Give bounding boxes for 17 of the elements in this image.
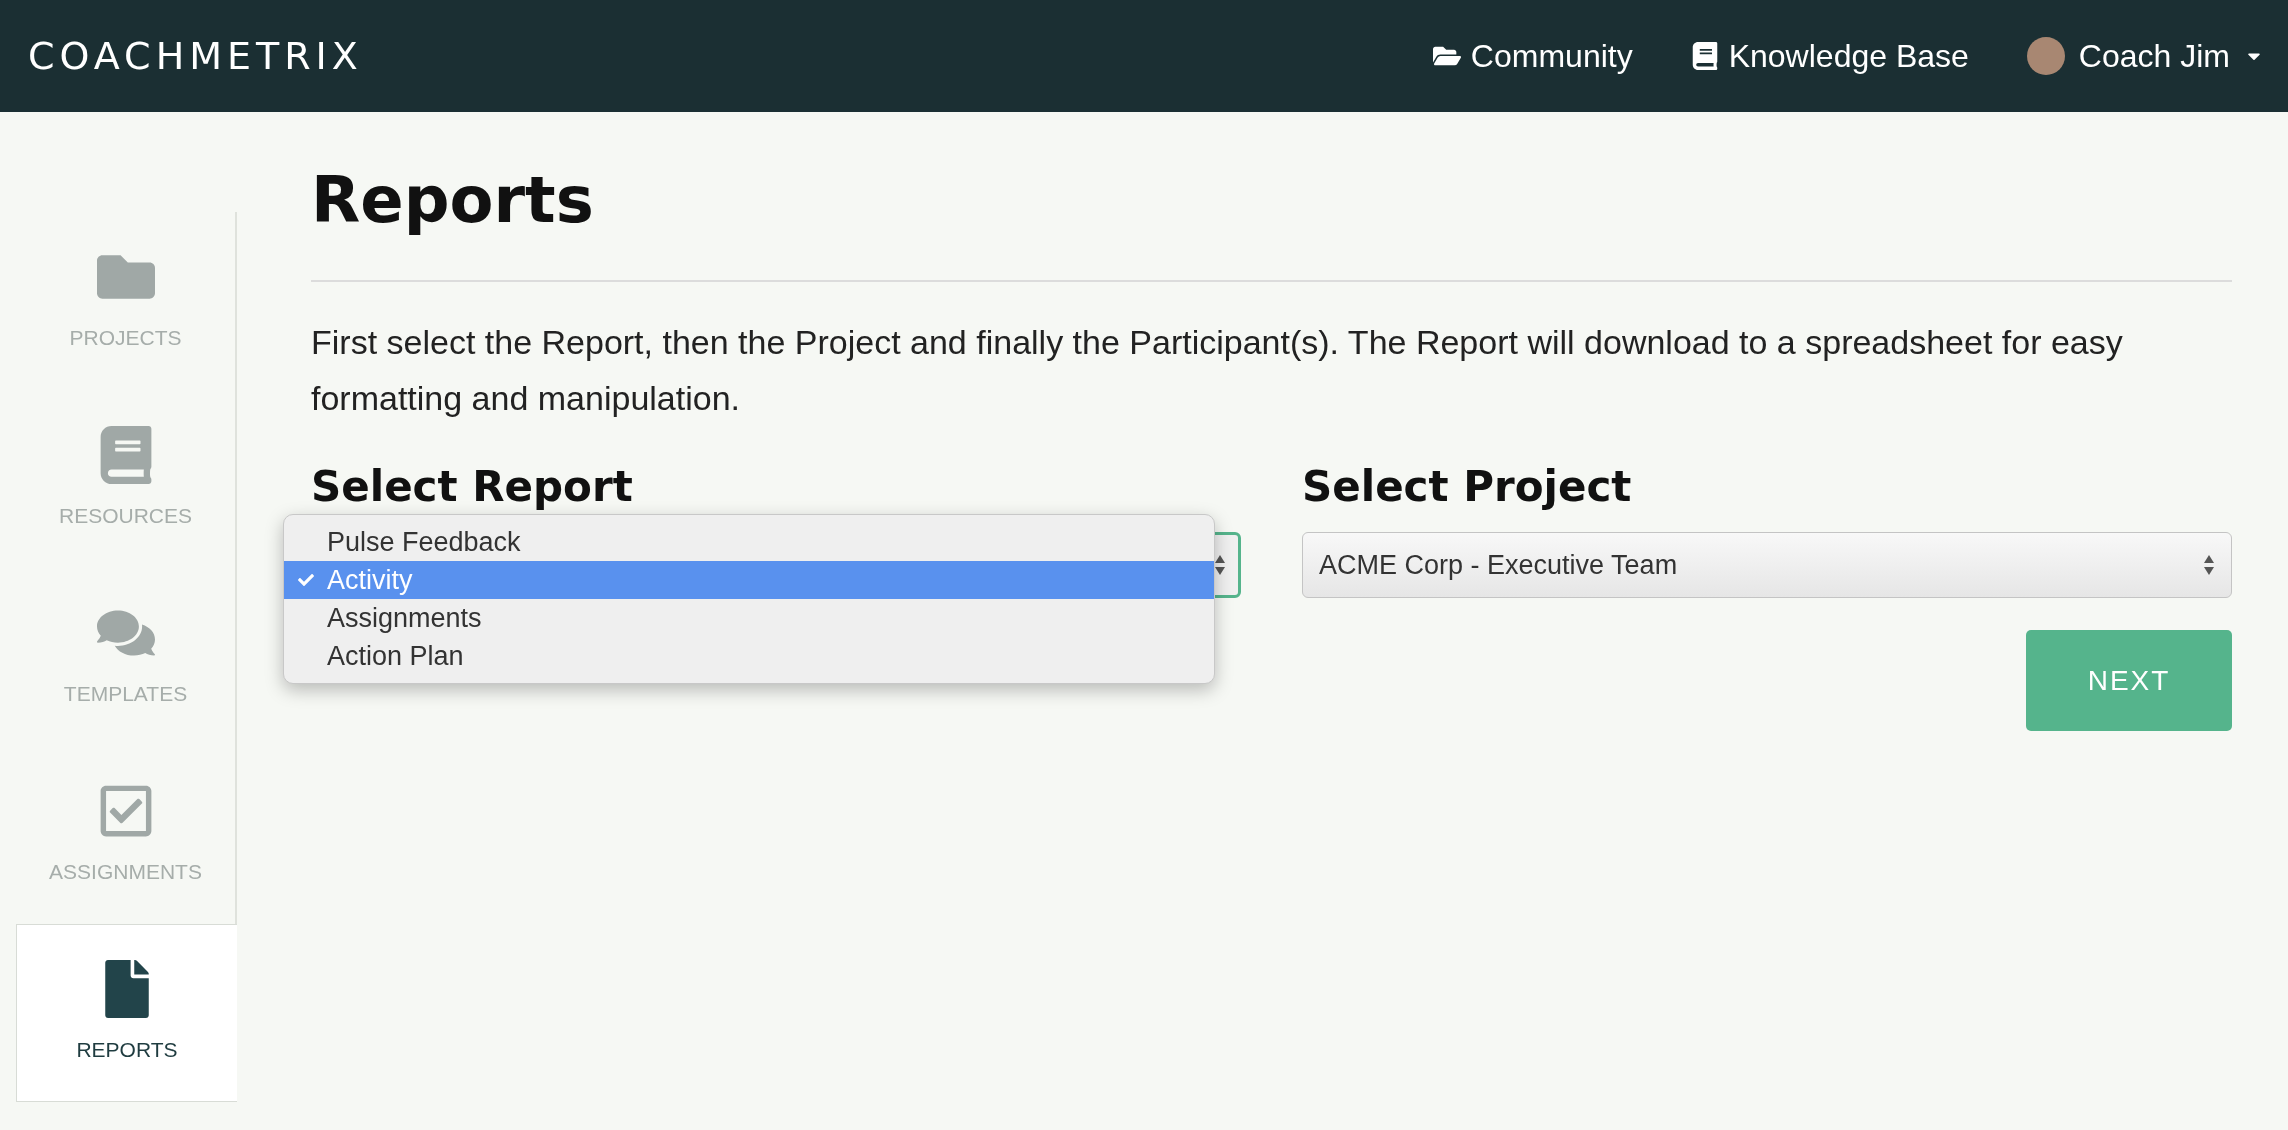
book-icon	[1690, 42, 1719, 70]
check-icon	[297, 572, 314, 588]
field-label: Select Project	[1302, 466, 1633, 508]
dropdown-option[interactable]: Assignments	[284, 599, 1214, 637]
nav-link[interactable]: Knowledge Base	[1690, 32, 1969, 80]
dropdown-option[interactable]: Pulse Feedback	[284, 523, 1214, 561]
intro-text: First select the Report, then the Project and finally the Participant(s). The Report will download to a spreadsheet for easy formatting and manipulation.	[311, 322, 2124, 419]
sidebar-item[interactable]: REPORTS	[16, 924, 237, 1102]
avatar	[2026, 37, 2065, 75]
select-arrows-icon	[1214, 554, 1226, 576]
nav-link[interactable]: Community	[1432, 32, 1633, 80]
logo[interactable]: COACHMETRIX	[28, 27, 363, 85]
dropdown-option[interactable]: Action Plan	[284, 637, 1214, 675]
user-menu[interactable]: Coach Jim	[2026, 32, 2264, 80]
select-arrows-icon	[2203, 554, 2215, 576]
select-field[interactable]: ACME Corp - Executive Team	[1302, 532, 2232, 598]
field-label: Select Report	[311, 466, 634, 508]
